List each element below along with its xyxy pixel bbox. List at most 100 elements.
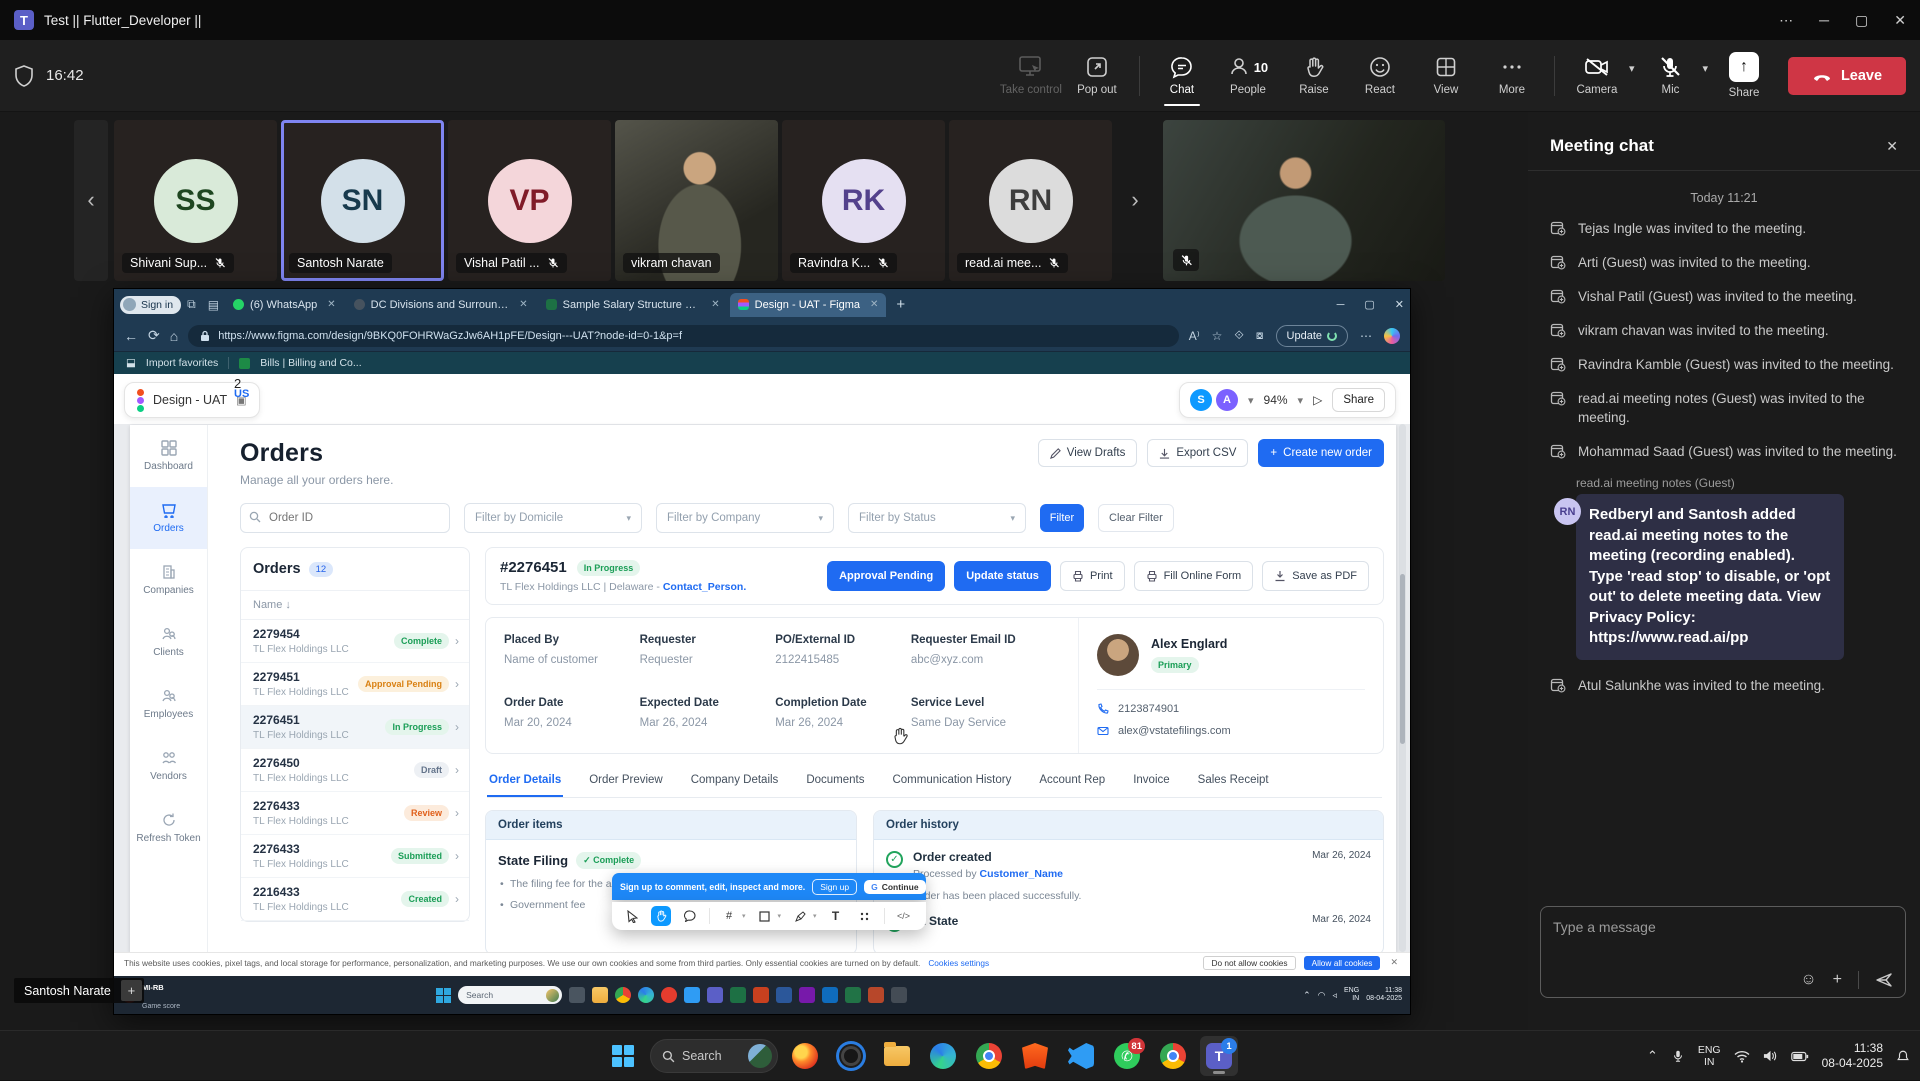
cookie-close-icon[interactable]: ✕ bbox=[1390, 957, 1398, 968]
close-icon[interactable]: ✕ bbox=[1894, 12, 1906, 29]
participant-tile[interactable]: VP Vishal Patil ... bbox=[448, 120, 611, 281]
participant-tile[interactable]: SS Shivani Sup... bbox=[114, 120, 277, 281]
zoom-chevron-icon[interactable]: ▾ bbox=[1298, 394, 1304, 407]
leave-button[interactable]: Leave bbox=[1788, 57, 1906, 95]
approval-pending-button[interactable]: Approval Pending bbox=[827, 561, 945, 591]
spotlight-video-tile[interactable] bbox=[1163, 120, 1445, 281]
opera-icon[interactable] bbox=[661, 987, 677, 1003]
tab-account-rep[interactable]: Account Rep bbox=[1037, 770, 1107, 797]
move-tool-icon[interactable] bbox=[622, 906, 642, 926]
bookmark-link[interactable]: Bills | Billing and Co... bbox=[260, 357, 361, 369]
allow-cookies-button[interactable]: Allow all cookies bbox=[1304, 956, 1381, 970]
language-indicator[interactable]: ENGIN bbox=[1698, 1044, 1721, 1068]
react-button[interactable]: React bbox=[1348, 44, 1412, 108]
pop-out-button[interactable]: Pop out bbox=[1065, 44, 1129, 108]
emoji-icon[interactable]: ☺ bbox=[1800, 971, 1816, 989]
sidebar-item-vendors[interactable]: Vendors bbox=[130, 735, 207, 797]
browser-minimize-icon[interactable]: ─ bbox=[1337, 299, 1345, 311]
minimize-icon[interactable]: ─ bbox=[1819, 12, 1829, 28]
contact-email[interactable]: alex@vstatefilings.com bbox=[1118, 725, 1231, 737]
sidebar-item-companies[interactable]: Companies bbox=[130, 549, 207, 611]
taskbar-search[interactable]: Search bbox=[650, 1039, 778, 1073]
chat-close-icon[interactable]: ✕ bbox=[1886, 138, 1898, 155]
firefox-icon[interactable] bbox=[786, 1036, 824, 1076]
browser-tab[interactable]: DC Divisions and Surroundings✕ bbox=[346, 293, 536, 317]
clear-filter-button[interactable]: Clear Filter bbox=[1098, 504, 1174, 532]
order-id-search-input[interactable] bbox=[240, 503, 450, 533]
frame-tool-icon[interactable]: # bbox=[719, 906, 739, 926]
contact-person-link[interactable]: Contact_Person. bbox=[663, 581, 746, 593]
sidebar-item-clients[interactable]: Clients bbox=[130, 611, 207, 673]
battery-icon[interactable] bbox=[1791, 1051, 1809, 1062]
collaborator-avatar[interactable]: A bbox=[1216, 389, 1238, 411]
brave-icon[interactable] bbox=[1016, 1036, 1054, 1076]
order-row[interactable]: 2279451TL Flex Holdings LLC Approval Pen… bbox=[241, 663, 469, 706]
tab-close-icon[interactable]: ✕ bbox=[711, 299, 719, 310]
presenter-pin-icon[interactable]: + bbox=[121, 980, 142, 1001]
export-csv-button[interactable]: Export CSV bbox=[1147, 439, 1248, 467]
chrome-icon[interactable] bbox=[970, 1036, 1008, 1076]
sidebar-item-refresh-token[interactable]: Refresh Token bbox=[130, 797, 207, 859]
tiles-prev-chevron-icon[interactable]: ‹ bbox=[78, 187, 104, 213]
teams-icon[interactable]: T 1 bbox=[1200, 1036, 1238, 1076]
collaborator-avatar[interactable]: S bbox=[1190, 389, 1212, 411]
tab-invoice[interactable]: Invoice bbox=[1131, 770, 1171, 797]
whatsapp-icon[interactable]: ✆ 81 bbox=[1108, 1036, 1146, 1076]
actions-tool-icon[interactable] bbox=[855, 906, 875, 926]
taskbar-clock[interactable]: 11:3808-04-2025 bbox=[1822, 1041, 1883, 1071]
settings-more-icon[interactable]: ⋯ bbox=[1360, 329, 1372, 343]
tab-actions-icon[interactable]: ⧉ bbox=[187, 297, 196, 312]
shape-tool-icon[interactable] bbox=[755, 906, 775, 926]
cookie-settings-link[interactable]: Cookies settings bbox=[928, 958, 989, 968]
tab-company-details[interactable]: Company Details bbox=[689, 770, 781, 797]
create-new-order-button[interactable]: + Create new order bbox=[1258, 439, 1384, 467]
text-tool-icon[interactable]: T bbox=[826, 906, 846, 926]
chrome-profile-icon[interactable] bbox=[1154, 1036, 1192, 1076]
mic-options-chevron-icon[interactable]: ▾ bbox=[1702, 62, 1708, 75]
collaborators-chevron-icon[interactable]: ▾ bbox=[1248, 394, 1254, 407]
pen-tool-icon[interactable] bbox=[790, 906, 810, 926]
tab-documents[interactable]: Documents bbox=[804, 770, 866, 797]
tab-close-icon[interactable]: ✕ bbox=[327, 299, 335, 310]
fill-online-form-button[interactable]: Fill Online Form bbox=[1134, 561, 1254, 591]
save-as-pdf-button[interactable]: Save as PDF bbox=[1262, 561, 1369, 591]
take-control-button[interactable]: Take control bbox=[999, 44, 1063, 108]
collections-icon[interactable]: ⧇ bbox=[1256, 328, 1264, 343]
attach-plus-icon[interactable]: + bbox=[1833, 971, 1842, 989]
extensions-icon[interactable]: ⟐ bbox=[1234, 328, 1243, 343]
order-row[interactable]: 2279454TL Flex Holdings LLC Complete › bbox=[241, 620, 469, 663]
view-button[interactable]: View bbox=[1414, 44, 1478, 108]
powerpoint-icon[interactable] bbox=[753, 987, 769, 1003]
notifications-icon[interactable] bbox=[1896, 1049, 1910, 1064]
window-more-icon[interactable]: ⋯ bbox=[1779, 12, 1793, 29]
participant-tile[interactable]: RN read.ai mee... bbox=[949, 120, 1112, 281]
copilot-icon[interactable] bbox=[832, 1036, 870, 1076]
tab-communication-history[interactable]: Communication History bbox=[890, 770, 1013, 797]
vscode-icon[interactable] bbox=[1062, 1036, 1100, 1076]
customer-name-link[interactable]: Customer_Name bbox=[980, 868, 1063, 880]
browser-tab-active[interactable]: Design - UAT - Figma✕ bbox=[730, 293, 887, 317]
reload-icon[interactable]: ⟳ bbox=[148, 327, 160, 344]
tab-sales-receipt[interactable]: Sales Receipt bbox=[1196, 770, 1271, 797]
google-continue-button[interactable]: GContinue bbox=[864, 880, 925, 894]
browser-update-button[interactable]: Update bbox=[1276, 325, 1348, 347]
vertical-tabs-icon[interactable]: ▤ bbox=[208, 298, 219, 312]
order-row[interactable]: 2276433TL Flex Holdings LLC Submitted › bbox=[241, 835, 469, 878]
wifi-icon[interactable] bbox=[1734, 1050, 1750, 1063]
column-header-name[interactable]: Name ↓ bbox=[241, 591, 469, 620]
hand-tool-icon[interactable] bbox=[651, 906, 671, 926]
canvas-scrollbar[interactable] bbox=[1399, 424, 1406, 952]
share-button[interactable]: ↑ Share bbox=[1712, 44, 1776, 108]
figma-signup-button[interactable]: Sign up bbox=[812, 879, 857, 895]
update-status-button[interactable]: Update status bbox=[954, 561, 1051, 591]
view-drafts-button[interactable]: View Drafts bbox=[1038, 439, 1138, 467]
filter-status-select[interactable]: Filter by Status▾ bbox=[848, 503, 1026, 533]
tab-order-preview[interactable]: Order Preview bbox=[587, 770, 665, 797]
acrobat-icon[interactable] bbox=[868, 987, 884, 1003]
start-button[interactable] bbox=[604, 1036, 642, 1076]
browser-tab[interactable]: Sample Salary Structure with calc✕ bbox=[538, 293, 728, 317]
tiles-next-chevron-icon[interactable]: › bbox=[1122, 187, 1148, 213]
file-explorer-icon[interactable] bbox=[878, 1036, 916, 1076]
folder-icon[interactable] bbox=[592, 987, 608, 1003]
participant-tile[interactable]: SN Santosh Narate bbox=[281, 120, 444, 281]
